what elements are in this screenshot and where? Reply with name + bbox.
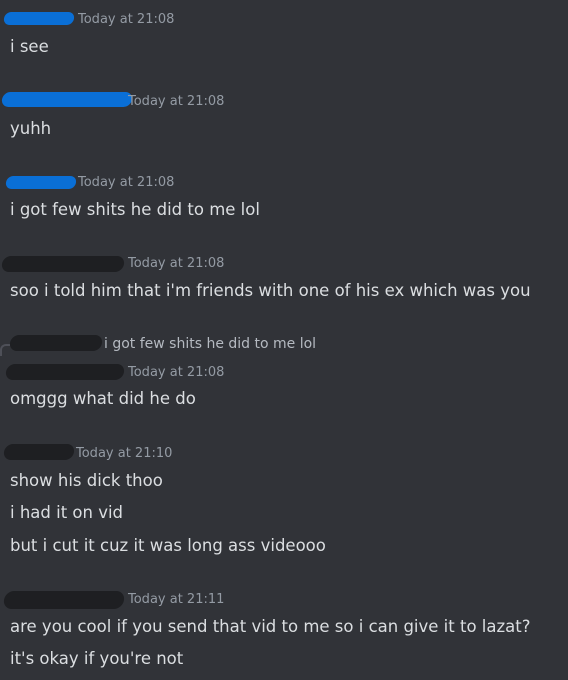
redacted-username (3, 12, 75, 25)
message-timestamp: Today at 21:08 (128, 365, 225, 380)
message-header: Today at 21:11 (0, 589, 568, 609)
message-timestamp: Today at 21:08 (78, 12, 175, 27)
message-timestamp: Today at 21:08 (78, 175, 175, 190)
message-header: Today at 21:08 (0, 362, 568, 382)
message-timestamp: Today at 21:10 (76, 446, 173, 461)
reply-preview[interactable]: i got few shits he did to me lol (0, 332, 568, 356)
redacted-username (2, 444, 76, 460)
message-header: Today at 21:08 (0, 91, 568, 111)
message-text: i had it on vid (10, 503, 124, 522)
message-timestamp: Today at 21:08 (128, 94, 225, 109)
message-text: show his dick thoo (10, 471, 163, 490)
chat-message: Today at 21:08 i got few shits he did to… (0, 172, 568, 219)
chat-message: Today at 21:08 yuhh (0, 91, 568, 138)
reply-preview-text: i got few shits he did to me lol (104, 336, 317, 352)
redacted-username (8, 335, 104, 351)
message-text: are you cool if you send that vid to me … (10, 617, 531, 636)
message-header: Today at 21:08 (0, 9, 568, 29)
reply-connector (0, 344, 10, 356)
message-text: yuhh (10, 119, 52, 138)
message-timestamp: Today at 21:11 (128, 592, 225, 607)
redacted-username (0, 92, 134, 107)
chat-message: Today at 21:08 soo i told him that i'm f… (0, 253, 568, 300)
message-text: soo i told him that i'm friends with one… (10, 281, 531, 300)
message-header: Today at 21:10 (0, 443, 568, 463)
message-header: Today at 21:08 (0, 172, 568, 192)
message-timestamp: Today at 21:08 (128, 256, 225, 271)
message-text: omggg what did he do (10, 389, 196, 408)
chat-message: Today at 21:08 i see (0, 9, 568, 56)
message-text: i got few shits he did to me lol (10, 200, 260, 219)
redacted-username (5, 176, 77, 189)
message-header: Today at 21:08 (0, 253, 568, 273)
redacted-username (4, 364, 126, 380)
redacted-username (0, 256, 126, 272)
chat-message: Today at 21:11 are you cool if you send … (0, 589, 568, 668)
chat-message: Today at 21:10 show his dick thoo i had … (0, 443, 568, 555)
message-text: it's okay if you're not (10, 649, 184, 668)
message-text: but i cut it cuz it was long ass videooo (10, 536, 326, 555)
message-text: i see (10, 37, 49, 56)
redacted-username (2, 591, 126, 609)
